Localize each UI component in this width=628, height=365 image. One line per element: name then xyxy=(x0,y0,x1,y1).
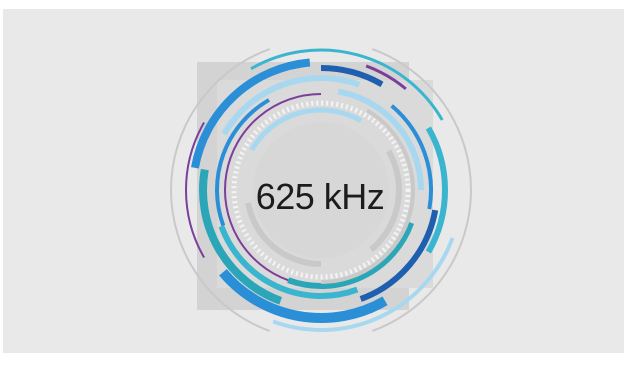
frequency-widget-panel: 625 kHz xyxy=(3,9,624,353)
frequency-readout: 625 kHz xyxy=(255,176,385,217)
